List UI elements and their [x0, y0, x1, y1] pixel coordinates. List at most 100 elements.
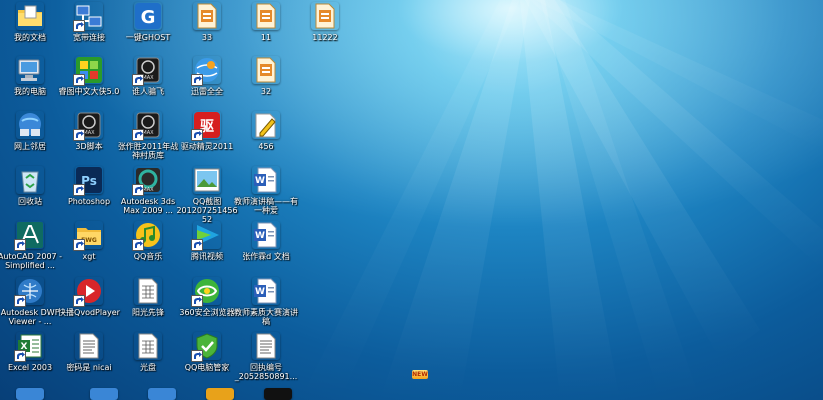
desktop-icon-driver-genius[interactable]: 驱驱动精灵2011: [177, 111, 237, 151]
penguin-icon[interactable]: [264, 388, 292, 400]
desktop-icon-tencent-video[interactable]: 腾讯视频: [177, 221, 237, 261]
document-icon: [311, 2, 339, 30]
desktop-icon-file-11[interactable]: 11: [236, 2, 296, 42]
pen-document-icon: [252, 111, 280, 139]
music-icon: [132, 221, 162, 251]
globe-icon: [191, 56, 221, 86]
qvod-icon: [73, 277, 103, 307]
green-app-icon: [73, 56, 103, 86]
svg-text:W: W: [255, 231, 265, 241]
desktop-icon-guangpan[interactable]: 光盘: [118, 332, 178, 372]
desktop-icon-label: 3D脚本: [75, 142, 103, 151]
desktop-icon-grid: 我的文档我的电脑网上邻居回收站 AutoCAD 2007 - Simplified…: [0, 0, 823, 400]
desktop-icon-file-11222[interactable]: 11222: [295, 2, 355, 42]
desktop-icon-zhang-doc[interactable]: W 张作霖d 文档: [236, 221, 296, 261]
desktop-icon-qvod[interactable]: 快播QvodPlayer: [58, 277, 120, 317]
folder-icon: EWG: [73, 221, 103, 251]
black-app-icon: MAX: [73, 111, 103, 141]
desktop-icon-autocad[interactable]: AutoCAD 2007 - Simplified ...: [0, 221, 63, 270]
desktop-icon-label: 宽带连接: [73, 33, 105, 42]
desktop-icon-label: 一键GHOST: [125, 33, 171, 42]
desktop-icon-3dsmax[interactable]: MAX Autodesk 3ds Max 2009 ...: [118, 166, 178, 215]
desktop-icon-file-33[interactable]: 33: [177, 2, 237, 42]
desktop-icon-ruitu[interactable]: 睿图中文大侠5.0: [59, 56, 119, 96]
document-icon: [252, 2, 280, 30]
desktop-icon-label: xgt: [82, 252, 96, 261]
desktop-icon-network[interactable]: 网上邻居: [0, 111, 60, 151]
shortcut-arrow-icon: [73, 20, 85, 32]
ten-icon[interactable]: [206, 388, 234, 400]
desktop-icon-recycle-bin[interactable]: 回收站: [0, 166, 60, 206]
desktop-icon-photoshop[interactable]: Ps Photoshop: [59, 166, 119, 206]
app-icon[interactable]: [90, 388, 118, 400]
autocad-icon: [14, 221, 44, 251]
shortcut-arrow-icon: [132, 239, 144, 251]
desktop-icon-xunlei[interactable]: 迅雷全全: [177, 56, 237, 96]
desktop-icon-my-computer[interactable]: 我的电脑: [0, 56, 60, 96]
text-doc-icon: [252, 332, 280, 360]
video-icon: [191, 221, 221, 251]
network-places-icon: [16, 111, 44, 139]
desktop-icon-sunshine[interactable]: 阳光先锋: [118, 277, 178, 317]
desktop-icon-xgt[interactable]: EWG xgt: [59, 221, 119, 261]
desktop-icon-file-456[interactable]: 456: [236, 111, 296, 151]
shortcut-arrow-icon: [73, 129, 85, 141]
browser-360-icon: [191, 277, 221, 307]
shortcut-arrow-icon: [191, 295, 203, 307]
shortcut-arrow-icon: [73, 74, 85, 86]
word-doc-icon: W: [252, 277, 280, 305]
desktop-icon-dwf-viewer[interactable]: Autodesk DWF Viewer - ...: [0, 277, 60, 326]
svg-text:W: W: [255, 176, 265, 186]
ie-icon[interactable]: [16, 388, 44, 400]
desktop-icon-receipt-no[interactable]: 回执编号_2052850891...: [235, 332, 297, 381]
image-icon: [193, 166, 221, 194]
desktop-icon-label: 睿图中文大侠5.0: [58, 87, 120, 96]
desktop-icon-label: 张作胜2011年战神村质库: [117, 142, 179, 160]
desktop-icon-label: 32: [260, 87, 272, 96]
desktop-icon-qq-manager[interactable]: QQ电脑管家: [177, 332, 237, 372]
desktop-icon-label: Excel 2003: [7, 363, 53, 372]
desktop-icon-my-documents[interactable]: 我的文档: [0, 2, 60, 42]
shortcut-arrow-icon: [14, 239, 26, 251]
computer-icon: [16, 56, 44, 84]
shortcut-arrow-icon: [191, 74, 203, 86]
app-icon[interactable]: [148, 388, 176, 400]
black-app-icon: MAX: [132, 56, 162, 86]
desktop-icon-label: 360安全浏览器: [179, 308, 235, 317]
dwf-icon: [14, 277, 44, 307]
text-doc-icon: [75, 332, 103, 360]
desktop-icon-360-browser[interactable]: 360安全浏览器: [177, 277, 237, 317]
desktop-icon-3d-script[interactable]: MAX 3D脚本: [59, 111, 119, 151]
desktop-icon-wai-jian-fei[interactable]: MAX 谁人骗飞: [118, 56, 178, 96]
desktop-icon-onekey-ghost[interactable]: G 一键GHOST: [118, 2, 178, 42]
shortcut-arrow-icon: [191, 239, 203, 251]
shortcut-arrow-icon: [73, 184, 85, 196]
desktop-icon-label: 33: [201, 33, 213, 42]
desktop-icon-qq-screenshot[interactable]: QQ截图20120725145652: [176, 166, 238, 224]
desktop-icon-label: 阳光先锋: [132, 308, 164, 317]
desktop-icon-excel[interactable]: X Excel 2003: [0, 332, 60, 372]
desktop-icon-qq-music[interactable]: QQ音乐: [118, 221, 178, 261]
svg-text:G: G: [141, 7, 156, 28]
black-app-icon: MAX: [132, 111, 162, 141]
shortcut-arrow-icon: [73, 295, 85, 307]
svg-text:MAX: MAX: [83, 130, 95, 136]
desktop-icon-teacher-talk[interactable]: W 教师演讲稿——有一种爱: [234, 166, 298, 215]
desktop-icon-label: QQ电脑管家: [184, 363, 230, 372]
desktop-icon-file-32[interactable]: 32: [236, 56, 296, 96]
desktop-icon-password[interactable]: 密码是 nicai: [59, 332, 119, 372]
desktop-icon-label: Photoshop: [67, 197, 111, 206]
desktop-icon-label: 腾讯视频: [191, 252, 223, 261]
document-icon: [193, 2, 221, 30]
desktop-icon-label: 驱动精灵2011: [180, 142, 234, 151]
shortcut-arrow-icon: [14, 295, 26, 307]
shortcut-arrow-icon: [132, 74, 144, 86]
desktop-icon-label: 张作霖d 文档: [242, 252, 290, 261]
desktop-icon-label: AutoCAD 2007 - Simplified ...: [0, 252, 63, 270]
desktop-icon-label: 回收站: [18, 197, 42, 206]
word-doc-icon: W: [252, 221, 280, 249]
svg-text:MAX: MAX: [142, 187, 154, 193]
desktop-icon-broadband[interactable]: 宽带连接: [59, 2, 119, 42]
desktop-icon-teacher-speech[interactable]: W 教师素质大赛演讲稿: [234, 277, 298, 326]
desktop-icon-zhang-2011[interactable]: MAX 张作胜2011年战神村质库: [118, 111, 178, 160]
